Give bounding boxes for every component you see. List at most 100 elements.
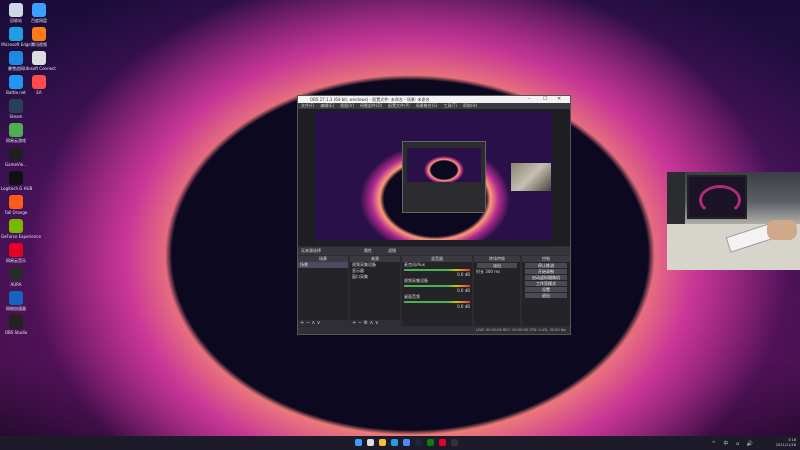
filters-button[interactable]: 滤镜 — [388, 247, 396, 255]
app-icon — [9, 51, 23, 65]
netease-music-icon[interactable] — [439, 439, 446, 446]
no-source-label: 无来源选择 — [301, 248, 321, 253]
scenes-dock: 场景 场景 + − ∧ ∨ — [298, 256, 348, 326]
app-icon — [9, 195, 23, 209]
app-icon — [9, 75, 23, 89]
obs-status-bar: LIVE: 00:00:00 REC: 00:00:00 CPU: 0.4%, … — [298, 327, 570, 334]
desktop-icon-label: 腾讯视频 — [31, 42, 47, 47]
app-icon — [9, 291, 23, 305]
controls-header: 控制 — [522, 256, 570, 262]
properties-button[interactable]: 属性 — [364, 247, 372, 255]
clock[interactable]: 3:18 2021/11/16 — [776, 438, 796, 448]
app-icon — [32, 3, 46, 17]
desktop-icon[interactable]: GeForce Experience — [1, 219, 41, 239]
steam-icon[interactable] — [415, 439, 422, 446]
desktop-icon[interactable]: Logitech G HUB — [1, 171, 33, 191]
desktop-icon[interactable]: 百度网盘 — [24, 3, 54, 23]
minimize-icon[interactable]: – — [528, 96, 531, 103]
desktop-icon[interactable]: 网易云音乐 — [1, 243, 31, 263]
transition-select[interactable]: 淡出 — [477, 263, 517, 268]
desktop-icon[interactable]: 网络加速器 — [1, 291, 31, 311]
desktop-icon-label: Fall Orange — [4, 210, 28, 215]
app-icon — [9, 27, 23, 41]
desktop-icon[interactable]: Ubisoft Connect — [24, 51, 56, 71]
obs-title-bar[interactable]: OBS 27.1.3 (64-bit, windows) - 配置文件: 未命名… — [298, 96, 570, 103]
app-icon — [9, 243, 23, 257]
duration-input[interactable]: 300 ms — [485, 269, 500, 274]
duration-label: 时长 — [476, 269, 484, 274]
mixer-channel-name: 麦克风/Aux — [404, 262, 425, 267]
app-icon — [32, 27, 46, 41]
audio-meter — [404, 269, 470, 271]
obs-window[interactable]: OBS 27.1.3 (64-bit, windows) - 配置文件: 未命名… — [297, 95, 571, 335]
desktop-icon[interactable]: Fall Orange — [1, 195, 31, 215]
desktop-icon[interactable]: OBS Studio — [1, 315, 31, 335]
monitor — [687, 175, 747, 219]
pc-tower — [667, 172, 685, 232]
desktop-icon-label: Logitech G HUB — [1, 186, 33, 191]
stop-streaming-button[interactable]: 停止推流 — [525, 263, 567, 268]
maximize-icon[interactable]: ☐ — [543, 96, 547, 103]
desktop-icon-label: EA — [36, 90, 42, 95]
desktop-icon-label: Ubisoft Connect — [24, 66, 56, 71]
desktop-icon-label: OBS Studio — [4, 330, 28, 335]
desktop-icon-label: 网易云音乐 — [6, 258, 26, 263]
windows-start-icon[interactable] — [355, 439, 362, 446]
file-explorer-icon[interactable] — [379, 439, 386, 446]
scene-controls[interactable]: + − ∧ ∨ — [298, 320, 348, 326]
desktop-icon[interactable]: 网易云游戏 — [1, 123, 31, 143]
hand — [767, 220, 797, 240]
store-icon[interactable] — [403, 439, 410, 446]
app-icon — [9, 123, 23, 137]
edge-icon[interactable] — [391, 439, 398, 446]
mixer-channel-name: 视频采集设备 — [404, 278, 428, 283]
transitions-dock: 转场特效 淡出 时长 300 ms — [474, 256, 520, 326]
desktop-icon-label: Steam — [9, 114, 23, 119]
close-icon[interactable]: ✕ — [557, 96, 561, 103]
tray-icons[interactable]: ^ 中 ⌂ 🔊 — [712, 440, 756, 447]
obs-docks: 场景 场景 + − ∧ ∨ 来源 视频采集设备 显示器 窗口采集 + − ⚙ ∧… — [298, 256, 570, 326]
exit-button[interactable]: 退出 — [525, 293, 567, 298]
transitions-header: 转场特效 — [474, 256, 520, 262]
desktop-icon-label: 网易云游戏 — [6, 138, 26, 143]
app-icon — [9, 147, 23, 161]
preview-webcam-source — [511, 163, 551, 191]
source-item[interactable]: 窗口采集 — [350, 274, 400, 280]
preview-nested-obs — [402, 141, 486, 213]
audio-meter — [404, 301, 470, 303]
desktop-icon-label: 网络加速器 — [6, 306, 26, 311]
app-icon — [9, 315, 23, 329]
virtual-camera-button[interactable]: 启动虚拟摄像机 — [525, 275, 567, 280]
app-icon — [9, 99, 23, 113]
obs-preview[interactable] — [298, 109, 570, 246]
preview-desktop-capture — [315, 111, 552, 244]
taskbar: ^ 中 ⌂ 🔊 3:18 2021/11/16 — [0, 436, 800, 450]
desktop-icon[interactable]: Steam — [1, 99, 31, 119]
app-icon — [32, 51, 46, 65]
desktop-icon[interactable]: AURA — [1, 267, 31, 287]
obs-icon[interactable] — [451, 439, 458, 446]
sources-dock: 来源 视频采集设备 显示器 窗口采集 + − ⚙ ∧ ∨ — [350, 256, 400, 326]
desktop-icon-label: AURA — [10, 282, 22, 287]
mixer-dock: 混音器 麦克风/Aux 0.0 dB 视频采集设备 0.0 dB 桌面音频 0.… — [402, 256, 472, 326]
app-icon — [9, 219, 23, 233]
desktop-icon[interactable]: EA — [24, 75, 54, 95]
desktop-icon[interactable]: 腾讯视频 — [24, 27, 54, 47]
app-icon — [9, 171, 23, 185]
desktop-icon[interactable]: GameVie... — [1, 147, 31, 167]
clock-date: 2021/11/16 — [775, 443, 796, 447]
audio-meter — [404, 285, 470, 287]
webcam-overlay — [667, 172, 800, 270]
scene-item[interactable]: 场景 — [298, 262, 348, 268]
obs-window-title: OBS 27.1.3 (64-bit, windows) - 配置文件: 未命名… — [310, 97, 430, 102]
search-icon[interactable] — [367, 439, 374, 446]
settings-button[interactable]: 设置 — [525, 287, 567, 292]
start-recording-button[interactable]: 开始录制 — [525, 269, 567, 274]
mixer-channel-db: 0.0 dB — [457, 304, 470, 309]
studio-mode-button[interactable]: 工作室模式 — [525, 281, 567, 286]
preview-taskbar — [315, 240, 552, 244]
xbox-icon[interactable] — [427, 439, 434, 446]
app-icon — [9, 267, 23, 281]
desktop-icon-label: 百度网盘 — [31, 18, 47, 23]
source-controls[interactable]: + − ⚙ ∧ ∨ — [350, 320, 400, 326]
